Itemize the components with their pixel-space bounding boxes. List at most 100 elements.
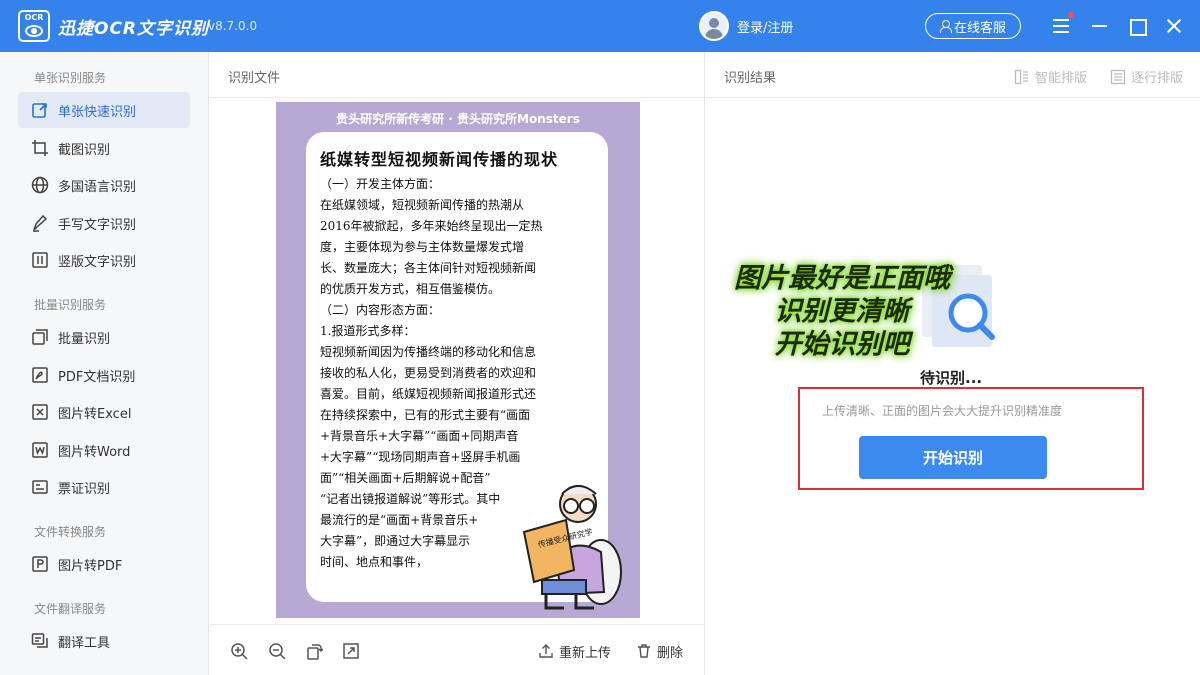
sidebar-item-quick-recognize[interactable]: 单张快速识别 [18, 92, 190, 128]
document-line: 2016年被掀起，多年来始终呈现出一定热 [320, 219, 543, 233]
excel-icon [30, 402, 50, 422]
app-window: OCR 迅捷OCR文字识别 v8.7.0.0 登录/注册 在线客服 单张识别服务… [0, 0, 1200, 675]
result-panel: 识别结果 智能排版 逐行排版 待识别... 上传清晰、正面的图片会大大提升识别精… [706, 52, 1200, 675]
fit-screen-icon[interactable] [342, 642, 360, 660]
start-recognition-button[interactable]: 开始识别 [859, 436, 1047, 479]
login-label[interactable]: 登录/注册 [737, 17, 793, 36]
cartoon-reader-image: 传播受众研究学 [522, 485, 622, 610]
smart-layout-button[interactable]: 智能排版 [1014, 67, 1087, 86]
document-line: +大字幕”“现场同期声音+竖屏手机画 [320, 450, 521, 464]
person-icon [939, 20, 952, 33]
sidebar-item-excel[interactable]: 图片转Excel [18, 394, 190, 430]
sidebar-item-word[interactable]: 图片转Word [18, 432, 190, 468]
sidebar-item-label: 多国语言识别 [58, 179, 137, 195]
document-line: 在纸媒领域，短视频新闻传播的热潮从 [320, 198, 525, 212]
result-panel-title: 识别结果 [724, 71, 777, 86]
sidebar-item-screenshot[interactable]: 截图识别 [18, 130, 190, 166]
zoom-out-icon[interactable] [268, 642, 286, 660]
sidebar-item-handwriting[interactable]: 手写文字识别 [18, 205, 190, 241]
eye-icon [25, 25, 43, 37]
smart-layout-icon [1014, 69, 1028, 84]
overlay-annotation: 图片最好是正面哦 识别更清晰 开始识别吧 [722, 262, 962, 361]
trash-icon [638, 644, 650, 658]
word-icon [30, 440, 50, 460]
overlay-line: 图片最好是正面哦 [734, 263, 950, 294]
line-layout-label: 逐行排版 [1131, 71, 1184, 86]
vertical-text-icon [30, 250, 50, 270]
hint-text: 上传清晰、正面的图片会大大提升识别精准度 [822, 404, 1063, 418]
translate-icon [30, 631, 50, 651]
logo-text: OCR [24, 13, 44, 22]
reupload-label: 重新上传 [559, 645, 612, 661]
document-line: 短视频新闻因为传播终端的移动化和信息 [320, 345, 537, 359]
sidebar-item-label: 票证识别 [58, 481, 111, 497]
document-line: （二）内容形态方面： [320, 303, 441, 317]
zoom-in-icon[interactable] [230, 642, 248, 660]
document-line: +背景音乐+大字幕”“画面+同期声音 [320, 429, 519, 443]
title-bar: OCR 迅捷OCR文字识别 v8.7.0.0 登录/注册 在线客服 [0, 0, 1200, 52]
quick-recognize-icon [30, 100, 50, 120]
section-title: 文件转换服务 [34, 525, 107, 539]
maximize-button[interactable] [1125, 14, 1149, 38]
rotate-icon[interactable] [305, 642, 324, 660]
pdf-file-icon [30, 554, 50, 574]
document-title: 纸媒转型短视频新闻传播的现状 [320, 150, 559, 169]
overlay-line: 开始识别吧 [774, 329, 910, 360]
avatar[interactable] [699, 11, 729, 41]
section-title: 批量识别服务 [34, 298, 107, 312]
document-header: 贵头研究所新传考研 · 贵头研究所Monsters [336, 112, 580, 126]
login-register-button[interactable]: 登录/注册 [699, 11, 793, 41]
sidebar-item-batch[interactable]: 批量识别 [18, 319, 190, 355]
document-line: 在持续探索中，已有的形式主要有“画面 [320, 408, 531, 422]
sidebar-item-multilanguage[interactable]: 多国语言识别 [18, 167, 190, 203]
sidebar-item-label: 竖版文字识别 [58, 254, 137, 270]
document-line: 接收的私人化，更易受到消费者的欢迎和 [320, 366, 537, 380]
menu-button[interactable] [1050, 12, 1074, 38]
sidebar-item-label: 批量识别 [58, 331, 111, 347]
pdf-icon [30, 365, 50, 385]
document-line: 1.报道形式多样： [320, 324, 416, 338]
document-preview[interactable]: 贵头研究所新传考研 · 贵头研究所Monsters 纸媒转型短视频新闻传播的现状… [276, 102, 640, 618]
app-version: v8.7.0.0 [208, 19, 258, 33]
overlay-line: 识别更清晰 [774, 296, 910, 327]
sidebar-item-translate[interactable]: 翻译工具 [18, 623, 190, 659]
file-toolbar: 重新上传 删除 [210, 624, 704, 675]
line-layout-button[interactable]: 逐行排版 [1110, 67, 1183, 86]
file-panel-title: 识别文件 [210, 52, 704, 98]
close-button[interactable] [1162, 14, 1186, 38]
minimize-button[interactable] [1088, 14, 1112, 38]
sidebar-item-label: 图片转Excel [58, 406, 132, 422]
line-layout-icon [1110, 69, 1126, 84]
sidebar-item-label: PDF文档识别 [58, 369, 136, 385]
sidebar-item-label: 截图识别 [58, 142, 111, 158]
pending-status: 待识别... [920, 369, 983, 387]
sidebar-item-label: 图片转PDF [58, 558, 123, 574]
delete-label: 删除 [657, 645, 684, 661]
ticket-icon [30, 477, 50, 497]
app-logo: OCR [18, 10, 50, 42]
notification-dot-icon [1068, 12, 1074, 18]
file-panel: 识别文件 贵头研究所新传考研 · 贵头研究所Monsters 纸媒转型短视频新闻… [210, 52, 705, 675]
sidebar-item-label: 图片转Word [58, 444, 131, 460]
section-title: 单张识别服务 [34, 71, 107, 85]
sidebar-item-pdf[interactable]: PDF文档识别 [18, 357, 190, 393]
document-line: 喜爱。目前，纸媒短视频新闻报道形式还 [320, 387, 537, 401]
sidebar-item-label: 单张快速识别 [58, 104, 137, 120]
document-line: 长、数量庞大；各主体间针对短视频新闻 [320, 261, 537, 275]
document-line: 度，主要体现为参与主体数量爆发式增 [320, 240, 525, 254]
reupload-button[interactable]: 重新上传 [538, 640, 611, 662]
delete-button[interactable]: 删除 [636, 640, 683, 662]
online-service-button[interactable]: 在线客服 [925, 13, 1021, 39]
batch-icon [30, 327, 50, 347]
sidebar-item-ticket[interactable]: 票证识别 [18, 469, 190, 505]
section-title: 文件翻译服务 [34, 602, 107, 616]
crop-icon [30, 138, 50, 158]
globe-icon [30, 175, 50, 195]
highlight-box: 上传清晰、正面的图片会大大提升识别精准度 开始识别 [798, 387, 1144, 490]
pen-icon [30, 213, 50, 233]
sidebar-item-vertical-text[interactable]: 竖版文字识别 [18, 242, 190, 278]
online-service-label: 在线客服 [953, 20, 1006, 36]
sidebar-item-label: 翻译工具 [58, 635, 111, 651]
sidebar-item-image-to-pdf[interactable]: 图片转PDF [18, 546, 190, 582]
sidebar-item-label: 手写文字识别 [58, 217, 137, 233]
